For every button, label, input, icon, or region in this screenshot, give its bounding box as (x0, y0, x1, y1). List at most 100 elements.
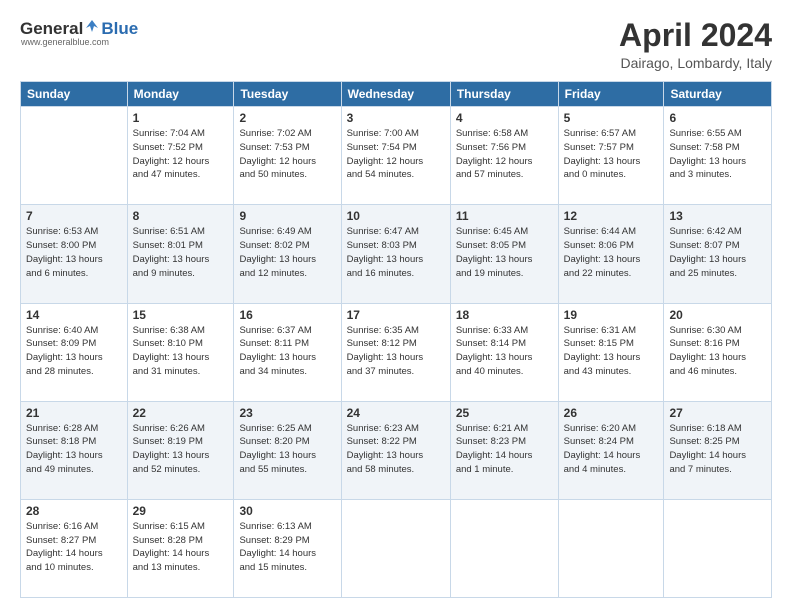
calendar-cell: 23 Sunrise: 6:25 AM Sunset: 8:20 PM Dayli… (234, 401, 341, 499)
day-info: Sunrise: 6:44 AM Sunset: 8:06 PM Dayligh… (564, 225, 659, 280)
day-number: 10 (347, 209, 445, 223)
day-number: 19 (564, 308, 659, 322)
weekday-header-saturday: Saturday (664, 82, 772, 107)
day-number: 27 (669, 406, 766, 420)
calendar-cell (341, 499, 450, 597)
day-number: 3 (347, 111, 445, 125)
calendar-cell (450, 499, 558, 597)
day-info: Sunrise: 6:30 AM Sunset: 8:16 PM Dayligh… (669, 324, 766, 379)
day-info: Sunrise: 6:21 AM Sunset: 8:23 PM Dayligh… (456, 422, 553, 477)
day-number: 16 (239, 308, 335, 322)
title-block: April 2024 Dairago, Lombardy, Italy (619, 18, 772, 71)
header: General Blue www.generalblue.com April 2… (20, 18, 772, 71)
calendar-cell: 13Sunrise: 6:42 AM Sunset: 8:07 PM Dayli… (664, 205, 772, 303)
week-row-4: 21Sunrise: 6:28 AM Sunset: 8:18 PM Dayli… (21, 401, 772, 499)
calendar-cell: 6 Sunrise: 6:55 AM Sunset: 7:58 PM Daylig… (664, 107, 772, 205)
calendar-cell: 21Sunrise: 6:28 AM Sunset: 8:18 PM Dayli… (21, 401, 128, 499)
day-number: 23 (239, 406, 335, 420)
day-number: 11 (456, 209, 553, 223)
month-title: April 2024 (619, 18, 772, 53)
calendar-cell: 4 Sunrise: 6:58 AM Sunset: 7:56 PM Daylig… (450, 107, 558, 205)
day-info: Sunrise: 6:13 AM Sunset: 8:29 PM Dayligh… (239, 520, 335, 575)
day-info: Sunrise: 6:15 AM Sunset: 8:28 PM Dayligh… (133, 520, 229, 575)
calendar-cell: 20 Sunrise: 6:30 AM Sunset: 8:16 PM Dayli… (664, 303, 772, 401)
logo-text: General Blue (20, 18, 138, 39)
weekday-header-row: SundayMondayTuesdayWednesdayThursdayFrid… (21, 82, 772, 107)
calendar-cell: 2 Sunrise: 7:02 AM Sunset: 7:53 PM Daylig… (234, 107, 341, 205)
day-info: Sunrise: 6:53 AM Sunset: 8:00 PM Dayligh… (26, 225, 122, 280)
page: General Blue www.generalblue.com April 2… (0, 0, 792, 612)
day-info: Sunrise: 6:25 AM Sunset: 8:20 PM Dayligh… (239, 422, 335, 477)
calendar-table: SundayMondayTuesdayWednesdayThursdayFrid… (20, 81, 772, 598)
logo: General Blue www.generalblue.com (20, 18, 138, 47)
day-number: 4 (456, 111, 553, 125)
day-number: 7 (26, 209, 122, 223)
day-info: Sunrise: 6:55 AM Sunset: 7:58 PM Dayligh… (669, 127, 766, 182)
week-row-1: 1 Sunrise: 7:04 AM Sunset: 7:52 PM Daylig… (21, 107, 772, 205)
day-number: 9 (239, 209, 335, 223)
day-number: 6 (669, 111, 766, 125)
calendar-cell: 19 Sunrise: 6:31 AM Sunset: 8:15 PM Dayli… (558, 303, 664, 401)
day-info: Sunrise: 6:23 AM Sunset: 8:22 PM Dayligh… (347, 422, 445, 477)
day-info: Sunrise: 6:58 AM Sunset: 7:56 PM Dayligh… (456, 127, 553, 182)
calendar-cell: 16 Sunrise: 6:37 AM Sunset: 8:11 PM Dayli… (234, 303, 341, 401)
calendar-cell: 3Sunrise: 7:00 AM Sunset: 7:54 PM Daylig… (341, 107, 450, 205)
day-info: Sunrise: 6:37 AM Sunset: 8:11 PM Dayligh… (239, 324, 335, 379)
weekday-header-sunday: Sunday (21, 82, 128, 107)
day-info: Sunrise: 6:20 AM Sunset: 8:24 PM Dayligh… (564, 422, 659, 477)
logo-blue: Blue (101, 19, 138, 39)
calendar-cell (664, 499, 772, 597)
weekday-header-wednesday: Wednesday (341, 82, 450, 107)
calendar-cell: 14Sunrise: 6:40 AM Sunset: 8:09 PM Dayli… (21, 303, 128, 401)
calendar-cell: 10 Sunrise: 6:47 AM Sunset: 8:03 PM Dayli… (341, 205, 450, 303)
day-info: Sunrise: 7:04 AM Sunset: 7:52 PM Dayligh… (133, 127, 229, 182)
week-row-3: 14Sunrise: 6:40 AM Sunset: 8:09 PM Dayli… (21, 303, 772, 401)
calendar-cell: 7 Sunrise: 6:53 AM Sunset: 8:00 PM Daylig… (21, 205, 128, 303)
day-number: 1 (133, 111, 229, 125)
calendar-cell: 11Sunrise: 6:45 AM Sunset: 8:05 PM Dayli… (450, 205, 558, 303)
day-info: Sunrise: 6:28 AM Sunset: 8:18 PM Dayligh… (26, 422, 122, 477)
calendar-cell: 28Sunrise: 6:16 AM Sunset: 8:27 PM Dayli… (21, 499, 128, 597)
day-info: Sunrise: 6:35 AM Sunset: 8:12 PM Dayligh… (347, 324, 445, 379)
calendar-cell: 17Sunrise: 6:35 AM Sunset: 8:12 PM Dayli… (341, 303, 450, 401)
location-title: Dairago, Lombardy, Italy (619, 55, 772, 71)
week-row-2: 7 Sunrise: 6:53 AM Sunset: 8:00 PM Daylig… (21, 205, 772, 303)
day-info: Sunrise: 6:16 AM Sunset: 8:27 PM Dayligh… (26, 520, 122, 575)
day-info: Sunrise: 7:02 AM Sunset: 7:53 PM Dayligh… (239, 127, 335, 182)
logo-general: General (20, 19, 83, 39)
calendar-cell: 12Sunrise: 6:44 AM Sunset: 8:06 PM Dayli… (558, 205, 664, 303)
calendar-cell: 24 Sunrise: 6:23 AM Sunset: 8:22 PM Dayli… (341, 401, 450, 499)
day-number: 18 (456, 308, 553, 322)
day-info: Sunrise: 6:18 AM Sunset: 8:25 PM Dayligh… (669, 422, 766, 477)
day-info: Sunrise: 6:33 AM Sunset: 8:14 PM Dayligh… (456, 324, 553, 379)
day-number: 25 (456, 406, 553, 420)
weekday-header-monday: Monday (127, 82, 234, 107)
day-info: Sunrise: 6:26 AM Sunset: 8:19 PM Dayligh… (133, 422, 229, 477)
day-info: Sunrise: 6:47 AM Sunset: 8:03 PM Dayligh… (347, 225, 445, 280)
logo-tagline: www.generalblue.com (21, 37, 109, 47)
day-info: Sunrise: 6:38 AM Sunset: 8:10 PM Dayligh… (133, 324, 229, 379)
day-number: 29 (133, 504, 229, 518)
calendar-cell: 9Sunrise: 6:49 AM Sunset: 8:02 PM Daylig… (234, 205, 341, 303)
day-info: Sunrise: 6:51 AM Sunset: 8:01 PM Dayligh… (133, 225, 229, 280)
day-number: 22 (133, 406, 229, 420)
calendar-cell: 27 Sunrise: 6:18 AM Sunset: 8:25 PM Dayli… (664, 401, 772, 499)
day-info: Sunrise: 6:31 AM Sunset: 8:15 PM Dayligh… (564, 324, 659, 379)
calendar-cell: 8Sunrise: 6:51 AM Sunset: 8:01 PM Daylig… (127, 205, 234, 303)
day-number: 20 (669, 308, 766, 322)
calendar-cell: 1 Sunrise: 7:04 AM Sunset: 7:52 PM Daylig… (127, 107, 234, 205)
day-number: 24 (347, 406, 445, 420)
calendar-cell: 30Sunrise: 6:13 AM Sunset: 8:29 PM Dayli… (234, 499, 341, 597)
week-row-5: 28Sunrise: 6:16 AM Sunset: 8:27 PM Dayli… (21, 499, 772, 597)
day-info: Sunrise: 6:40 AM Sunset: 8:09 PM Dayligh… (26, 324, 122, 379)
day-number: 2 (239, 111, 335, 125)
calendar-cell (558, 499, 664, 597)
calendar-cell: 15Sunrise: 6:38 AM Sunset: 8:10 PM Dayli… (127, 303, 234, 401)
day-number: 13 (669, 209, 766, 223)
day-number: 26 (564, 406, 659, 420)
day-info: Sunrise: 6:57 AM Sunset: 7:57 PM Dayligh… (564, 127, 659, 182)
logo-bird-icon (84, 18, 100, 34)
calendar-cell: 29 Sunrise: 6:15 AM Sunset: 8:28 PM Dayli… (127, 499, 234, 597)
weekday-header-thursday: Thursday (450, 82, 558, 107)
calendar-cell: 25 Sunrise: 6:21 AM Sunset: 8:23 PM Dayli… (450, 401, 558, 499)
